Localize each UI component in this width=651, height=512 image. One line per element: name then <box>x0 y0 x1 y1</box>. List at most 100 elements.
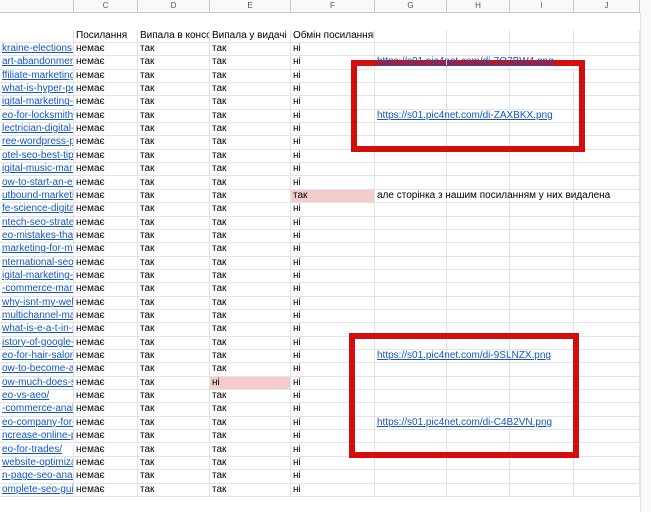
column-header-f[interactable]: F <box>291 0 375 12</box>
cell-j[interactable] <box>574 363 640 376</box>
cell-c[interactable]: немає <box>74 323 138 336</box>
cell-c[interactable]: немає <box>74 243 138 256</box>
cell-c[interactable]: немає <box>74 296 138 309</box>
cell-c[interactable]: немає <box>74 136 138 149</box>
cell-d[interactable]: так <box>138 149 210 163</box>
cell-i[interactable] <box>510 456 574 470</box>
cell-c[interactable]: немає <box>74 483 138 496</box>
cell-url[interactable]: eo-for-trades/ <box>0 443 74 456</box>
cell-url[interactable]: -commerce-analytic <box>0 403 74 416</box>
cell-url[interactable]: ow-much-does-seo <box>0 376 74 390</box>
cell-d[interactable]: так <box>138 430 210 443</box>
cell-url[interactable]: art-abandonment-s <box>0 56 74 69</box>
cell-f[interactable]: ні <box>291 43 375 56</box>
cell-i[interactable] <box>510 470 574 483</box>
cell-e[interactable]: так <box>210 456 291 470</box>
cell-d[interactable]: так <box>138 216 210 229</box>
cell-url[interactable]: igital-marketing-for- <box>0 269 74 283</box>
cell-e[interactable]: так <box>210 56 291 69</box>
cell-d[interactable]: так <box>138 310 210 323</box>
cell-e[interactable]: так <box>210 123 291 136</box>
cell-f[interactable]: ні <box>291 310 375 323</box>
cell-e[interactable]: так <box>210 189 291 203</box>
column-header-d[interactable]: D <box>138 0 210 12</box>
cell-g[interactable] <box>375 243 447 256</box>
cell-e[interactable]: так <box>210 203 291 216</box>
cell-g[interactable]: https://s01.pic4net.com/di-C4B2VN.png <box>375 416 552 430</box>
cell-url[interactable]: fe-science-digital-m <box>0 203 74 216</box>
cell-d[interactable]: так <box>138 456 210 470</box>
column-header-h[interactable]: H <box>447 0 510 12</box>
cell-c[interactable]: немає <box>74 216 138 229</box>
cell-e[interactable]: так <box>210 163 291 176</box>
cell-d[interactable]: так <box>138 109 210 123</box>
cell-g[interactable] <box>375 229 447 243</box>
image-link[interactable]: https://s01.pic4net.com/di-ZAXBKX.png <box>377 110 553 121</box>
cell-d[interactable]: так <box>138 43 210 56</box>
cell-h[interactable] <box>447 269 510 283</box>
cell-h[interactable] <box>447 176 510 189</box>
cell-i[interactable] <box>510 283 574 296</box>
cell-j[interactable] <box>574 403 640 416</box>
header-cell-e[interactable]: Випала у видачі <box>210 29 291 42</box>
column-header-i[interactable]: I <box>510 0 574 12</box>
cell-f[interactable]: ні <box>291 269 375 283</box>
cell-i[interactable] <box>510 43 574 56</box>
cell-d[interactable]: так <box>138 323 210 336</box>
cell-c[interactable]: немає <box>74 109 138 123</box>
cell-h[interactable] <box>447 470 510 483</box>
column-header-b[interactable] <box>0 0 74 12</box>
cell-g[interactable]: https://s01.pic4net.com/di-7Q7BW4.png <box>375 56 554 69</box>
cell-i[interactable] <box>510 310 574 323</box>
cell-h[interactable] <box>447 229 510 243</box>
cell-d[interactable]: так <box>138 69 210 83</box>
cell-g[interactable] <box>375 269 447 283</box>
cell-url[interactable]: omplete-seo-guide- <box>0 483 74 496</box>
cell-d[interactable]: так <box>138 336 210 350</box>
cell-j[interactable] <box>574 283 640 296</box>
header-cell-f[interactable]: Обмін посиланнями <box>291 29 375 42</box>
cell-j[interactable] <box>574 176 640 189</box>
cell-c[interactable]: немає <box>74 310 138 323</box>
cell-i[interactable] <box>510 203 574 216</box>
cell-d[interactable]: так <box>138 56 210 69</box>
cell-g[interactable] <box>375 283 447 296</box>
header-cell-d[interactable]: Випала в консолі <box>138 29 210 42</box>
cell-c[interactable]: немає <box>74 43 138 56</box>
cell-url[interactable]: ncrease-online-pres <box>0 430 74 443</box>
cell-f[interactable]: так <box>291 189 375 203</box>
cell-c[interactable]: немає <box>74 189 138 203</box>
cell-url[interactable]: ow-to-start-an-e-co <box>0 176 74 189</box>
cell-g[interactable] <box>375 163 447 176</box>
cell-e[interactable]: так <box>210 256 291 269</box>
cell-url[interactable]: ntech-seo-strategie <box>0 216 74 229</box>
cell-j[interactable] <box>574 336 640 350</box>
cell-d[interactable]: так <box>138 203 210 216</box>
header-cell-c[interactable]: Посилання <box>74 29 138 42</box>
cell-f[interactable]: ні <box>291 176 375 189</box>
cell-d[interactable]: так <box>138 136 210 149</box>
column-header-e[interactable]: E <box>210 0 291 12</box>
cell-f[interactable]: ні <box>291 456 375 470</box>
cell-j[interactable] <box>574 443 640 456</box>
cell-e[interactable]: так <box>210 283 291 296</box>
cell-d[interactable]: так <box>138 443 210 456</box>
cell-i[interactable] <box>510 256 574 269</box>
cell-c[interactable]: немає <box>74 390 138 403</box>
cell-e[interactable]: так <box>210 310 291 323</box>
cell-c[interactable]: немає <box>74 456 138 470</box>
cell-c[interactable]: немає <box>74 403 138 416</box>
cell-j[interactable] <box>574 416 640 430</box>
cell-g[interactable] <box>375 43 447 56</box>
image-link[interactable]: https://s01.pic4net.com/di-C4B2VN.png <box>377 417 552 428</box>
cell-j[interactable] <box>574 256 640 269</box>
cell-c[interactable]: немає <box>74 336 138 350</box>
cell-j[interactable] <box>574 163 640 176</box>
cell-j[interactable] <box>574 470 640 483</box>
cell-j[interactable] <box>574 296 640 309</box>
cell-j[interactable] <box>574 323 640 336</box>
cell-url[interactable]: ffiliate-marketing-tip <box>0 69 74 83</box>
cell-g[interactable] <box>375 296 447 309</box>
cell-d[interactable]: так <box>138 296 210 309</box>
cell-e[interactable]: так <box>210 109 291 123</box>
